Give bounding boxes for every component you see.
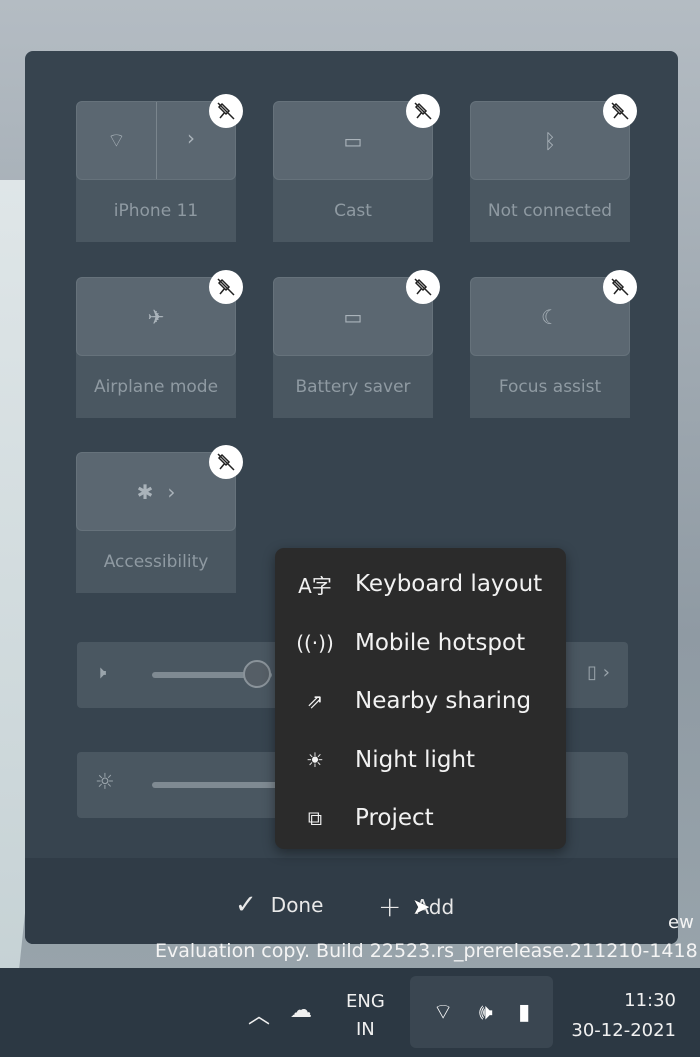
menu-item-mobile-hotspot[interactable]: ((·)) Mobile hotspot (275, 614, 566, 673)
tile-toggle-button[interactable]: ⌔ › (76, 94, 243, 180)
add-tile-menu: A字 Keyboard layout ((·)) Mobile hotspot ⇗ N… (275, 548, 566, 849)
speaker-icon: 🕨 (95, 662, 107, 683)
brightness-icon: ☼ (95, 770, 115, 795)
keyboard-layout-icon: A字 (298, 573, 332, 598)
tile-focus-assist[interactable]: ☾ Focus assist (470, 270, 637, 418)
unpin-button[interactable] (406, 94, 440, 128)
language-indicator[interactable]: ENG IN (346, 988, 385, 1044)
battery-saver-icon: ▭ (343, 304, 363, 329)
wifi-icon: ⌔ (107, 128, 126, 152)
tile-label: iPhone 11 (76, 174, 236, 242)
accessibility-icon: ✱ (136, 479, 154, 504)
volume-thumb[interactable] (243, 660, 271, 688)
tile-iphone-11[interactable]: ⌔ › iPhone 11 (76, 94, 243, 242)
clock[interactable]: 11:30 30-12-2021 (571, 986, 676, 1046)
bluetooth-icon: ᛒ (544, 128, 556, 153)
unpin-button[interactable] (406, 270, 440, 304)
hotspot-icon: ((·)) (296, 630, 334, 655)
unpin-button[interactable] (603, 270, 637, 304)
project-icon: ⧉ (307, 806, 323, 831)
tile-toggle-button[interactable]: ▭ (273, 270, 440, 356)
airplane-icon: ✈ (147, 304, 165, 329)
unpin-icon (611, 102, 629, 120)
chevron-right-icon[interactable]: › (187, 126, 195, 150)
tile-toggle-button[interactable]: ✱ › (76, 445, 243, 531)
nearby-sharing-icon: ⇗ (306, 689, 324, 714)
unpin-button[interactable] (603, 94, 637, 128)
unpin-button[interactable] (209, 445, 243, 479)
tile-label: Accessibility (76, 525, 236, 593)
unpin-icon (217, 102, 235, 120)
menu-item-nearby-sharing[interactable]: ⇗ Nearby sharing (275, 672, 566, 731)
volume-icon: 🕪 (478, 999, 493, 1025)
watermark-line2: Evaluation copy. Build 22523.rs_prerelea… (155, 940, 698, 962)
tile-toggle-button[interactable]: ☾ (470, 270, 637, 356)
tile-battery-saver[interactable]: ▭ Battery saver (273, 270, 440, 418)
wifi-icon: ⌔ (432, 1000, 454, 1025)
audio-device-icon[interactable]: ▯ › (587, 662, 610, 683)
tile-toggle-button[interactable]: ✈ (76, 270, 243, 356)
tile-not-connected[interactable]: ᛒ Not connected (470, 94, 637, 242)
unpin-button[interactable] (209, 270, 243, 304)
tile-toggle-button[interactable]: ᛒ (470, 94, 637, 180)
system-tray-button[interactable]: ⌔ 🕪 ▮ (410, 976, 553, 1048)
tile-label: Airplane mode (76, 350, 236, 418)
quick-settings-footer (25, 858, 678, 944)
tile-label: Focus assist (470, 350, 630, 418)
plus-icon: + (378, 890, 402, 923)
menu-item-night-light[interactable]: ☀ Night light (275, 731, 566, 790)
menu-item-project[interactable]: ⧉ Project (275, 789, 566, 848)
tile-airplane-mode[interactable]: ✈ Airplane mode (76, 270, 243, 418)
onedrive-icon[interactable]: ☁ (290, 998, 312, 1023)
cast-icon: ▭ (343, 128, 363, 153)
night-light-icon: ☀ (306, 747, 324, 772)
watermark-line1: ew (668, 912, 694, 933)
unpin-icon (611, 278, 629, 296)
chevron-up-icon[interactable]: ︿ (248, 998, 270, 1030)
tile-accessibility[interactable]: ✱ › Accessibility (76, 445, 243, 593)
unpin-icon (217, 453, 235, 471)
tile-label: Cast (273, 174, 433, 242)
tile-label: Battery saver (273, 350, 433, 418)
battery-charging-icon: ▮ (518, 999, 531, 1025)
menu-item-keyboard-layout[interactable]: A字 Keyboard layout (275, 555, 566, 614)
chevron-right-icon[interactable]: › (167, 480, 175, 504)
moon-icon: ☾ (541, 304, 559, 329)
tile-cast[interactable]: ▭ Cast (273, 94, 440, 242)
done-button[interactable]: ✓ Done (235, 890, 323, 920)
unpin-button[interactable] (209, 94, 243, 128)
unpin-icon (414, 102, 432, 120)
unpin-icon (414, 278, 432, 296)
unpin-icon (217, 278, 235, 296)
tile-toggle-button[interactable]: ▭ (273, 94, 440, 180)
mouse-cursor-icon: ➤ (412, 895, 431, 920)
checkmark-icon: ✓ (235, 890, 257, 920)
tile-label: Not connected (470, 174, 630, 242)
taskbar: ︿ ☁ ENG IN ⌔ 🕪 ▮ 11:30 30-12-2021 (0, 968, 700, 1057)
